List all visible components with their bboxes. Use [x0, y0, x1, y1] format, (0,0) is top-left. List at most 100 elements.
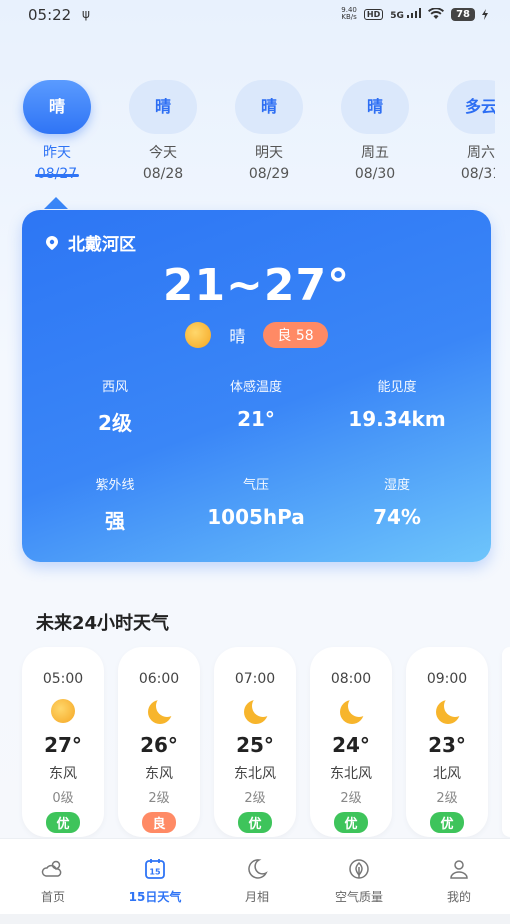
- stat-value: 强: [105, 509, 125, 533]
- nav-moon-phase[interactable]: 月相: [206, 857, 308, 905]
- network-type: 5G: [390, 10, 404, 21]
- charging-icon: [482, 8, 488, 20]
- moon-icon: [434, 695, 466, 725]
- hourly-card[interactable]: 05:00 27° 东风 0级 优: [22, 647, 104, 837]
- moon-icon: [338, 695, 370, 725]
- moon-icon: [146, 695, 178, 725]
- hourly-card-partial: [502, 647, 510, 837]
- hour-wind-level: 2级: [436, 791, 458, 806]
- battery-indicator: 78: [451, 7, 475, 21]
- usb-icon: ψ: [82, 7, 90, 21]
- sun-icon: [50, 699, 76, 725]
- hour-wind-level: 2级: [340, 791, 362, 806]
- stat-humidity: 湿度 74%: [319, 474, 475, 529]
- stat-label: 气压: [242, 478, 269, 493]
- selected-day-underline: [35, 174, 79, 177]
- hour-temp: 27°: [44, 733, 82, 757]
- day-label: 昨天: [43, 145, 71, 161]
- stat-visibility: 能见度 19.34km: [319, 376, 475, 431]
- stat-value: 2级: [98, 411, 132, 435]
- nav-air-quality[interactable]: 空气质量: [308, 857, 410, 905]
- hour-temp: 26°: [140, 733, 178, 757]
- day-condition: 晴: [341, 80, 409, 134]
- hour-temp: 24°: [332, 733, 370, 757]
- day-item-friday[interactable]: 晴 周五 08/30: [330, 80, 420, 182]
- aqi-badge[interactable]: 良 58: [263, 322, 328, 348]
- condition-text: 晴: [229, 327, 246, 346]
- stat-pressure: 气压 1005hPa: [178, 474, 334, 529]
- hour-wind: 东北风: [234, 766, 276, 782]
- stat-label: 西风: [101, 380, 128, 395]
- day-date: 08/28: [142, 166, 184, 182]
- stat-label: 紫外线: [95, 478, 135, 493]
- signal-icon: 5G: [390, 7, 422, 21]
- hour-time: 09:00: [426, 671, 468, 687]
- nav-label: 月相: [244, 890, 269, 904]
- status-time: 05:22: [28, 6, 72, 24]
- hd-icon: HD: [363, 8, 384, 20]
- hour-aqi-badge: 优: [334, 812, 368, 833]
- day-date: 08/31: [460, 166, 495, 182]
- day-item-today[interactable]: 晴 今天 08/28: [118, 80, 208, 182]
- weather-home-icon: [41, 860, 62, 877]
- hour-time: 05:00: [42, 671, 84, 687]
- day-date: 08/30: [354, 166, 396, 182]
- day-label: 周五: [361, 145, 389, 161]
- stat-uv: 紫外线 强: [37, 474, 193, 534]
- nav-15-day[interactable]: 15 15日天气: [104, 857, 206, 905]
- stat-label: 湿度: [383, 478, 410, 493]
- location-pin-icon: [46, 235, 58, 250]
- day-condition: 多云: [447, 80, 495, 134]
- nav-home[interactable]: 首页: [2, 857, 104, 905]
- hour-wind: 东风: [49, 766, 77, 782]
- hour-aqi-badge: 优: [238, 812, 272, 833]
- calendar-number: 15: [149, 868, 161, 877]
- hour-wind: 北风: [433, 766, 461, 782]
- day-condition: 晴: [129, 80, 197, 134]
- hourly-card[interactable]: 06:00 26° 东风 2级 良: [118, 647, 200, 837]
- day-item-saturday[interactable]: 多云 周六 08/31: [436, 80, 495, 182]
- air-quality-icon: [349, 859, 369, 879]
- moon-phase-icon: [248, 859, 268, 879]
- hour-time: 08:00: [330, 671, 372, 687]
- nav-label: 15日天气: [128, 890, 182, 904]
- day-condition: 晴: [235, 80, 303, 134]
- status-bar: 05:22 ψ 9.40 KB/s HD 5G 78: [0, 0, 510, 34]
- stat-label: 体感温度: [229, 380, 282, 395]
- day-condition: 晴: [23, 80, 91, 134]
- card-pointer: [44, 197, 68, 209]
- hour-aqi-badge: 优: [430, 812, 464, 833]
- wifi-icon: [428, 8, 445, 19]
- hour-wind: 东风: [145, 766, 173, 782]
- hour-aqi-badge: 良: [142, 812, 176, 833]
- day-selector: 晴 昨天 08/27 晴 今天 08/28 晴 明天 08/29 晴 周五 08…: [0, 80, 495, 190]
- hour-time: 06:00: [138, 671, 180, 687]
- hour-aqi-badge: 优: [46, 812, 80, 833]
- hour-temp: 23°: [428, 733, 466, 757]
- stat-value: 1005hPa: [207, 505, 305, 529]
- nav-profile[interactable]: 我的: [408, 857, 510, 905]
- nav-label: 首页: [40, 890, 65, 904]
- profile-icon: [450, 860, 468, 879]
- hourly-card[interactable]: 09:00 23° 北风 2级 优: [406, 647, 488, 837]
- bottom-navigation: 首页 15 15日天气 月相 空气质量 我的: [0, 838, 510, 924]
- hour-wind: 东北风: [330, 766, 372, 782]
- temperature-range: 21~27°: [162, 260, 351, 311]
- condition-row: 晴 良 58: [22, 322, 491, 348]
- hour-wind-level: 2级: [244, 791, 266, 806]
- stat-label: 能见度: [377, 380, 417, 395]
- day-label: 周六: [467, 145, 495, 161]
- day-item-yesterday[interactable]: 晴 昨天 08/27: [12, 80, 102, 182]
- moon-icon: [242, 695, 274, 725]
- network-speed-unit: KB/s: [341, 13, 357, 21]
- location-name: 北戴河区: [68, 235, 136, 255]
- hour-wind-level: 0级: [52, 791, 74, 806]
- day-label: 今天: [149, 145, 177, 161]
- location[interactable]: 北戴河区: [44, 230, 136, 255]
- day-item-tomorrow[interactable]: 晴 明天 08/29: [224, 80, 314, 182]
- hourly-card[interactable]: 08:00 24° 东北风 2级 优: [310, 647, 392, 837]
- network-speed: 9.40 KB/s: [341, 7, 357, 21]
- weather-detail-card: 北戴河区 21~27° 晴 良 58 西风 2级 体感温度 21° 能见度 19…: [22, 210, 491, 562]
- hourly-card[interactable]: 07:00 25° 东北风 2级 优: [214, 647, 296, 837]
- hourly-section-title: 未来24小时天气: [36, 613, 170, 634]
